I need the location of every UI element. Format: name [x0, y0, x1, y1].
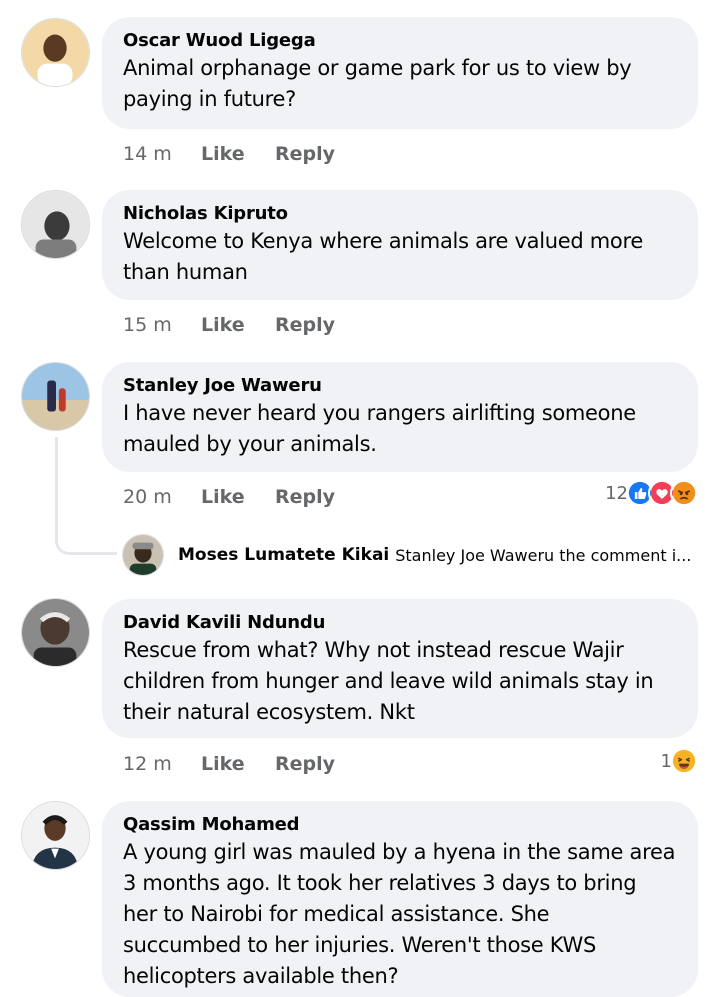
comment-text-line: her to Nairobi for medical assistance. S…: [123, 902, 550, 926]
comment-text-line: I have never heard you rangers airliftin…: [123, 401, 636, 425]
reply-thread-line: [55, 437, 117, 555]
avatar[interactable]: [21, 801, 90, 870]
comment-bubble[interactable]: David Kavili Ndundu Rescue from what? Wh…: [102, 599, 698, 738]
like-button[interactable]: Like: [201, 485, 245, 509]
avatar-photo: [22, 802, 89, 869]
like-button[interactable]: Like: [201, 313, 245, 337]
comment-text-line: their natural ecosystem. Nkt: [123, 700, 415, 724]
comment-text-line: paying in future?: [123, 87, 296, 111]
comment-text: Rescue from what? Why not instead rescue…: [123, 635, 676, 728]
comment-text-line: A young girl was mauled by a hyena in th…: [123, 840, 676, 864]
comment-author[interactable]: Nicholas Kipruto: [123, 202, 676, 226]
avatar[interactable]: [122, 534, 164, 576]
reply-snippet[interactable]: Stanley Joe Waweru the comment i...: [395, 546, 702, 565]
reply-button[interactable]: Reply: [275, 142, 335, 166]
avatar[interactable]: [21, 18, 90, 87]
like-button[interactable]: Like: [201, 752, 245, 776]
comment-timestamp[interactable]: 15 m: [123, 313, 172, 337]
avatar[interactable]: [21, 598, 90, 667]
angry-reaction-icon: [670, 479, 698, 507]
comment-text-line: children from hunger and leave wild anim…: [123, 669, 654, 693]
comment-text: Animal orphanage or game park for us to …: [123, 53, 676, 115]
comment-author[interactable]: David Kavili Ndundu: [123, 611, 676, 635]
comment-text-line: than human: [123, 260, 248, 284]
comment-text-line: mauled by your animals.: [123, 432, 377, 456]
reply-button[interactable]: Reply: [275, 313, 335, 337]
comment-text: A young girl was mauled by a hyena in th…: [123, 837, 676, 992]
comment-timestamp[interactable]: 20 m: [123, 485, 172, 509]
comment-author[interactable]: Oscar Wuod Ligega: [123, 29, 676, 53]
reply-button[interactable]: Reply: [275, 485, 335, 509]
comment-timestamp[interactable]: 12 m: [123, 752, 172, 776]
comment-text-line: succumbed to her injuries. Weren't those…: [123, 933, 597, 957]
avatar-photo: [22, 363, 89, 430]
haha-reaction-icon: [670, 747, 698, 775]
avatar-photo: [22, 19, 89, 86]
comment-text: Welcome to Kenya where animals are value…: [123, 226, 676, 288]
comment-bubble[interactable]: Oscar Wuod Ligega Animal orphanage or ga…: [102, 17, 698, 129]
reply-button[interactable]: Reply: [275, 752, 335, 776]
like-button[interactable]: Like: [201, 142, 245, 166]
comment-bubble[interactable]: Nicholas Kipruto Welcome to Kenya where …: [102, 190, 698, 300]
comments-feed: Oscar Wuod Ligega Animal orphanage or ga…: [0, 0, 720, 997]
comment-text-line: Animal orphanage or game park for us to …: [123, 56, 632, 80]
reaction-summary[interactable]: 12: [605, 479, 698, 507]
reaction-count: 12: [605, 482, 628, 504]
comment-text-line: Rescue from what? Why not instead rescue…: [123, 638, 624, 662]
avatar-photo: [22, 599, 89, 666]
reply-author[interactable]: Moses Lumatete Kikai: [178, 545, 389, 565]
comment-bubble[interactable]: Stanley Joe Waweru I have never heard yo…: [102, 362, 698, 472]
reaction-summary[interactable]: 1: [661, 747, 698, 775]
comment-author[interactable]: Stanley Joe Waweru: [123, 374, 676, 398]
comment-bubble[interactable]: Qassim Mohamed A young girl was mauled b…: [102, 801, 698, 997]
comment-text-line: 3 months ago. It took her relatives 3 da…: [123, 871, 637, 895]
avatar-photo: [123, 535, 163, 575]
comment-timestamp[interactable]: 14 m: [123, 142, 172, 166]
comment-text-line: Welcome to Kenya where animals are value…: [123, 229, 643, 253]
avatar-photo: [22, 191, 89, 258]
comment-author[interactable]: Qassim Mohamed: [123, 813, 676, 837]
reply-preview[interactable]: Moses Lumatete Kikai Stanley Joe Waweru …: [122, 533, 702, 577]
comment-text: I have never heard you rangers airliftin…: [123, 398, 676, 460]
comment-text-line: helicopters available then?: [123, 964, 399, 988]
avatar[interactable]: [21, 190, 90, 259]
avatar[interactable]: [21, 362, 90, 431]
